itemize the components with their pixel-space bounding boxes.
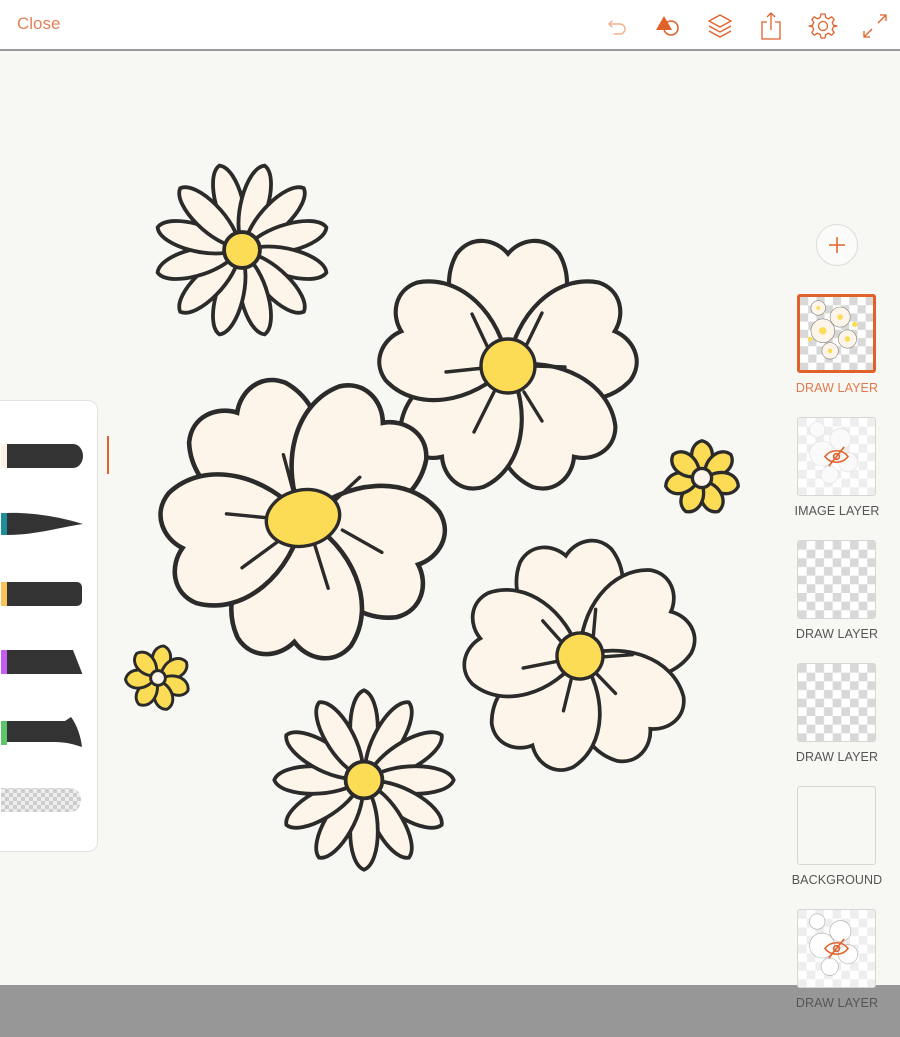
share-button[interactable]: [756, 11, 786, 41]
undo-icon: [608, 20, 626, 35]
layer-thumbnail: [797, 786, 876, 865]
daisy-flower: [152, 160, 332, 340]
top-toolbar: Close: [0, 0, 900, 51]
layer-label: DRAW LAYER: [795, 627, 879, 641]
layer-thumbnail: [797, 540, 876, 619]
share-icon: [761, 12, 781, 40]
drawing-canvas[interactable]: [0, 53, 900, 985]
layer-label: DRAW LAYER: [795, 381, 879, 395]
shapes-button[interactable]: [653, 11, 683, 41]
artwork: [123, 160, 743, 872]
layer-item[interactable]: DRAW LAYER: [790, 909, 884, 1027]
round-flower: [457, 535, 707, 783]
layer-label: DRAW LAYER: [795, 750, 879, 764]
close-button[interactable]: Close: [17, 14, 60, 34]
layer-thumbnail: [797, 417, 876, 496]
layer-item[interactable]: BACKGROUND: [790, 786, 884, 904]
tool-flared-brush[interactable]: [1, 717, 83, 747]
tool-flat-brush[interactable]: [1, 579, 83, 609]
tool-round-brush[interactable]: [1, 441, 83, 471]
tool-pointed-brush[interactable]: [1, 509, 83, 539]
layer-item[interactable]: IMAGE LAYER: [790, 417, 884, 535]
brush-tools-panel: [0, 400, 98, 852]
settings-button[interactable]: [808, 11, 838, 41]
layer-thumbnail: [797, 294, 876, 373]
tool-chisel-brush[interactable]: [1, 647, 83, 677]
bottom-bar: [0, 985, 900, 1037]
daisy-flower: [272, 688, 456, 872]
layer-label: DRAW LAYER: [795, 996, 879, 1010]
plus-icon: [829, 237, 845, 253]
layers-button[interactable]: [705, 11, 735, 41]
layer-item[interactable]: DRAW LAYER: [790, 663, 884, 781]
layer-label: IMAGE LAYER: [794, 504, 880, 518]
layer-item[interactable]: DRAW LAYER: [790, 294, 884, 412]
undo-button[interactable]: [602, 11, 632, 41]
small-yellow-flower: [123, 642, 193, 714]
fullscreen-icon: [863, 14, 887, 38]
layers-icon: [708, 14, 732, 38]
selected-tool-indicator: [107, 436, 109, 474]
settings-icon: [808, 13, 838, 39]
shapes-icon: [656, 16, 679, 36]
layer-item[interactable]: DRAW LAYER: [790, 540, 884, 658]
fullscreen-button[interactable]: [860, 11, 890, 41]
tool-eraser[interactable]: [1, 785, 83, 815]
add-layer-button[interactable]: [816, 224, 858, 266]
layer-thumbnail: [797, 663, 876, 742]
layer-label: BACKGROUND: [791, 873, 883, 887]
small-yellow-flower: [661, 439, 743, 518]
layer-thumbnail: [797, 909, 876, 988]
